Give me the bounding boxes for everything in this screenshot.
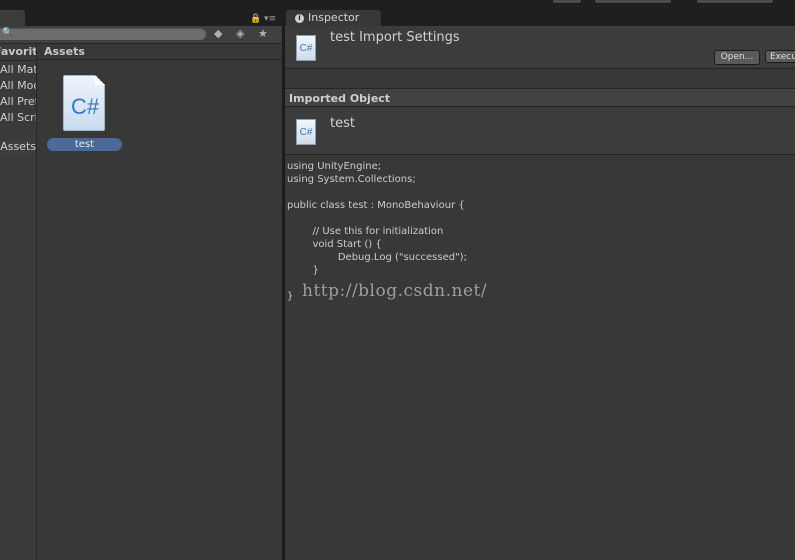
csharp-file-icon[interactable]: C# [63, 75, 105, 131]
filter-by-type-icon[interactable]: ◆ [214, 27, 222, 40]
watermark-text: http://blog.csdn.net/ [302, 281, 488, 301]
inspector-title: test Import Settings [330, 30, 460, 45]
execution-order-button[interactable]: Execute Order... [765, 50, 795, 63]
tab-inspector-label: Inspector [308, 11, 360, 24]
top-toolbar-strip [0, 0, 795, 26]
imported-object-name: test [330, 116, 355, 131]
object-file-glyph: C# [299, 127, 313, 138]
script-file-glyph: C# [299, 43, 313, 54]
favorites-header: Favorites [0, 44, 36, 61]
search-icon: 🔍 [2, 28, 14, 38]
lock-icon[interactable]: 🔒 [250, 14, 261, 24]
toolbar-button[interactable] [552, 0, 582, 4]
folder-item-assets-label: Assets [0, 140, 36, 153]
open-button[interactable]: Open... [714, 50, 760, 65]
tab-project[interactable] [0, 10, 25, 26]
toolbar-button[interactable] [696, 0, 774, 4]
favorite-star-icon[interactable]: ★ [258, 27, 268, 40]
filter-by-label-icon[interactable]: ◈ [236, 27, 244, 40]
favorite-item-models[interactable]: All Models [0, 79, 36, 92]
imported-object-row[interactable] [285, 108, 795, 155]
object-file-icon: C# [296, 119, 316, 145]
csharp-glyph: C# [70, 94, 100, 119]
tab-inspector[interactable]: i Inspector [286, 10, 381, 26]
favorite-item-materials[interactable]: All Materials [0, 63, 36, 76]
favorite-item-prefabs[interactable]: All Prefabs [0, 95, 36, 108]
search-input[interactable] [0, 28, 206, 40]
assets-breadcrumb[interactable]: Assets [37, 44, 282, 60]
toolbar-button[interactable] [594, 0, 672, 4]
folder-item-assets[interactable]: Assets [0, 140, 36, 154]
favorite-item-scripts[interactable]: All Scripts [0, 111, 36, 124]
info-icon: i [295, 14, 304, 23]
panel-menu-icon[interactable]: ▾≡ [264, 14, 276, 24]
imported-object-header: Imported Object [285, 88, 795, 107]
script-file-icon: C# [296, 35, 316, 61]
asset-item-label[interactable]: test [47, 138, 122, 151]
